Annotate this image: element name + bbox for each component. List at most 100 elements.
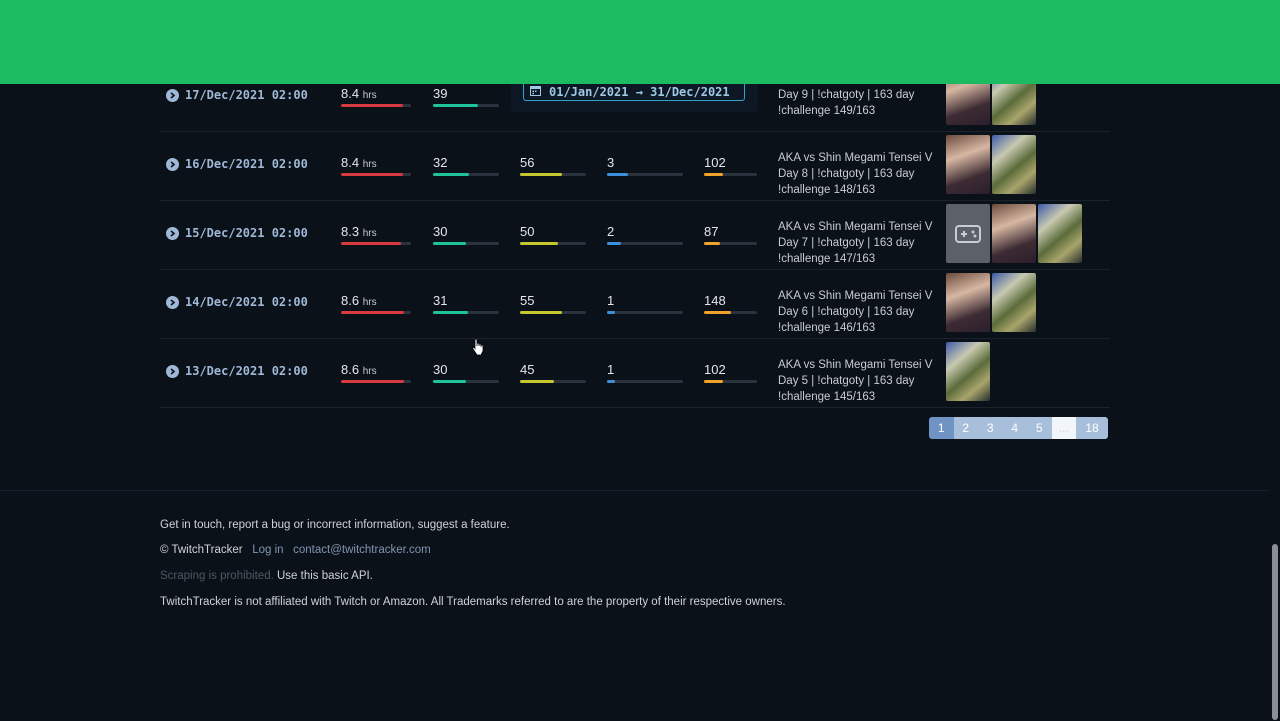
footer: Get in touch, report a bug or incorrect … bbox=[0, 490, 1270, 721]
followers-bar bbox=[607, 311, 683, 314]
max-viewers-value: 56 bbox=[520, 155, 535, 170]
login-link[interactable]: Log in bbox=[252, 544, 283, 556]
c1-fill bbox=[433, 380, 466, 383]
c3-fill bbox=[607, 242, 621, 245]
c4-fill bbox=[704, 173, 723, 176]
avg-viewers-value: 31 bbox=[433, 293, 448, 308]
stream-date: 16/Dec/2021 02:00 bbox=[185, 157, 308, 171]
chevron-right-icon bbox=[166, 226, 179, 240]
hours-fill bbox=[341, 242, 402, 245]
page-scrollbar[interactable] bbox=[1270, 84, 1280, 720]
stream-title[interactable]: AKA vs Shin Megami Tensei V Day 6 | !cha… bbox=[778, 288, 938, 336]
footer-links: © TwitchTracker Log in contact@twitchtra… bbox=[160, 544, 431, 556]
page-button[interactable]: 1 bbox=[929, 417, 954, 439]
placeholder-thumb[interactable] bbox=[946, 204, 990, 263]
chevron-right-icon bbox=[166, 88, 179, 102]
hours-fill bbox=[341, 104, 403, 107]
game-thumbnails bbox=[946, 135, 1036, 194]
avg-viewers-value: 39 bbox=[433, 86, 448, 101]
c4-fill bbox=[704, 242, 720, 245]
avg-viewers-bar bbox=[433, 311, 499, 314]
c3-fill bbox=[607, 380, 615, 383]
stream-date-link[interactable]: 16/Dec/2021 02:00 bbox=[166, 157, 308, 171]
max-viewers-value: 55 bbox=[520, 293, 535, 308]
game-thumbnails bbox=[946, 342, 990, 401]
stream-date-link[interactable]: 17/Dec/2021 02:00 bbox=[166, 88, 308, 102]
c2-fill bbox=[520, 311, 562, 314]
stream-title[interactable]: AKA vs Shin Megami Tensei V Day 5 | !cha… bbox=[778, 357, 938, 405]
chatgoty-thumb[interactable] bbox=[992, 204, 1036, 263]
gamepad-icon bbox=[955, 224, 981, 243]
stream-title[interactable]: AKA vs Shin Megami Tensei V Day 8 | !cha… bbox=[778, 150, 938, 198]
avg-viewers-bar bbox=[433, 242, 499, 245]
pagination-ellipsis: ... bbox=[1051, 417, 1076, 439]
stream-date: 15/Dec/2021 02:00 bbox=[185, 226, 308, 240]
followers-bar bbox=[607, 173, 683, 176]
duration-bar bbox=[341, 104, 411, 107]
stream-date: 13/Dec/2021 02:00 bbox=[185, 364, 308, 378]
duration-value: 8.6 hrs bbox=[341, 362, 377, 377]
stream-date: 14/Dec/2021 02:00 bbox=[185, 295, 308, 309]
stream-date: 17/Dec/2021 02:00 bbox=[185, 88, 308, 102]
hours-fill bbox=[341, 380, 404, 383]
followers-value: 2 bbox=[607, 224, 615, 239]
page-button[interactable]: 3 bbox=[978, 417, 1003, 439]
stream-date-link[interactable]: 15/Dec/2021 02:00 bbox=[166, 226, 308, 240]
copyright: © TwitchTracker bbox=[160, 544, 243, 556]
avg-viewers-bar bbox=[433, 104, 499, 107]
table-row: 15/Dec/2021 02:00 8.3 hrs 30 50 2 87 AKA vs Sh… bbox=[160, 200, 1110, 270]
stream-title[interactable]: AKA vs Shin Megami Tensei V Day 7 | !cha… bbox=[778, 219, 938, 267]
hours-fill bbox=[341, 173, 403, 176]
duration-bar bbox=[341, 242, 411, 245]
stream-title[interactable]: Day 9 | !chatgoty | 163 day !challenge 1… bbox=[778, 87, 938, 119]
smt-thumb[interactable] bbox=[992, 135, 1036, 194]
c2-fill bbox=[520, 173, 563, 176]
page-button[interactable]: 5 bbox=[1027, 417, 1052, 439]
max-viewers-bar bbox=[520, 380, 586, 383]
page-button[interactable]: 18 bbox=[1076, 417, 1108, 439]
avg-viewers-value: 32 bbox=[433, 155, 448, 170]
avg-viewers-value: 30 bbox=[433, 362, 448, 377]
views-value: 87 bbox=[704, 224, 719, 239]
duration-value: 8.4 hrs bbox=[341, 86, 377, 101]
smt-thumb[interactable] bbox=[992, 273, 1036, 332]
smt-thumb[interactable] bbox=[946, 342, 990, 401]
api-link[interactable]: Use this basic API. bbox=[277, 570, 373, 582]
avg-viewers-bar bbox=[433, 173, 499, 176]
followers-value: 3 bbox=[607, 155, 615, 170]
footer-scraping: Scraping is prohibited. Use this basic A… bbox=[160, 570, 373, 582]
views-value: 148 bbox=[704, 293, 726, 308]
chevron-right-icon bbox=[166, 295, 179, 309]
followers-bar bbox=[607, 242, 683, 245]
followers-value: 1 bbox=[607, 362, 615, 377]
scraping-notice: Scraping is prohibited. bbox=[160, 570, 274, 582]
max-viewers-bar bbox=[520, 242, 586, 245]
followers-bar bbox=[607, 380, 683, 383]
contact-email-link[interactable]: contact@twitchtracker.com bbox=[293, 544, 431, 556]
duration-value: 8.4 hrs bbox=[341, 155, 377, 170]
c1-fill bbox=[433, 311, 468, 314]
scrollbar-thumb[interactable] bbox=[1272, 544, 1278, 720]
table-row: 14/Dec/2021 02:00 8.6 hrs 31 55 1 148 AKA vs S… bbox=[160, 269, 1110, 339]
duration-bar bbox=[341, 380, 411, 383]
chatgoty-thumb[interactable] bbox=[946, 273, 990, 332]
top-banner bbox=[0, 0, 1280, 84]
followers-value: 1 bbox=[607, 293, 615, 308]
page-button[interactable]: 2 bbox=[953, 417, 978, 439]
c2-fill bbox=[520, 242, 558, 245]
smt-thumb[interactable] bbox=[1038, 204, 1082, 263]
c2-fill bbox=[520, 380, 555, 383]
stream-date-link[interactable]: 13/Dec/2021 02:00 bbox=[166, 364, 308, 378]
game-thumbnails bbox=[946, 273, 1036, 332]
hours-fill bbox=[341, 311, 404, 314]
stream-date-link[interactable]: 14/Dec/2021 02:00 bbox=[166, 295, 308, 309]
page-button[interactable]: 4 bbox=[1002, 417, 1027, 439]
table-row: 13/Dec/2021 02:00 8.6 hrs 30 45 1 102 AKA vs S… bbox=[160, 338, 1110, 408]
max-viewers-bar bbox=[520, 173, 586, 176]
chevron-right-icon bbox=[166, 157, 179, 171]
chatgoty-thumb[interactable] bbox=[946, 135, 990, 194]
mouse-cursor-icon bbox=[472, 338, 484, 356]
chevron-right-icon bbox=[166, 364, 179, 378]
c3-fill bbox=[607, 173, 629, 176]
views-bar bbox=[704, 173, 757, 176]
